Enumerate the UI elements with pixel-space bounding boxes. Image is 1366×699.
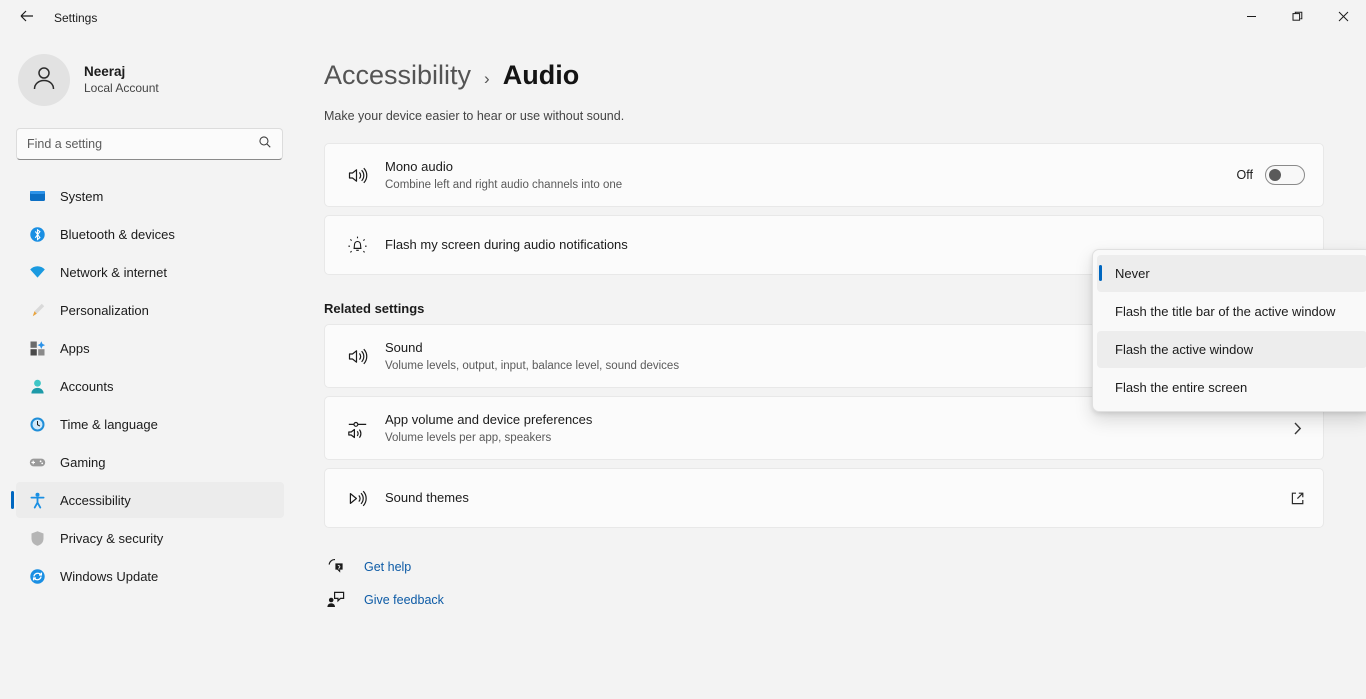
get-help-label: Get help <box>364 559 412 574</box>
sidebar-item-personalization[interactable]: Personalization <box>16 292 284 328</box>
account-type: Local Account <box>84 81 159 95</box>
dropdown-option-label: Flash the entire screen <box>1115 380 1248 395</box>
sidebar-item-bluetooth-devices[interactable]: Bluetooth & devices <box>16 216 284 252</box>
mono-audio-title: Mono audio <box>385 158 453 174</box>
sidebar-item-label: Apps <box>60 340 90 356</box>
dropdown-option-label: Never <box>1115 266 1150 281</box>
account-icon <box>29 378 46 395</box>
dropdown-option-flash-title-bar[interactable]: Flash the title bar of the active window <box>1097 293 1366 330</box>
sidebar-item-apps[interactable]: Apps <box>16 330 284 366</box>
dropdown-option-flash-active-window[interactable]: Flash the active window <box>1097 331 1366 368</box>
sidebar-item-label: Time & language <box>60 416 158 432</box>
sidebar-item-accounts[interactable]: Accounts <box>16 368 284 404</box>
sidebar-item-system[interactable]: System <box>16 178 284 214</box>
back-button[interactable] <box>10 4 44 32</box>
account-name: Neeraj <box>84 64 126 79</box>
title-bar: Settings <box>0 0 1366 36</box>
page-subtitle: Make your device easier to hear or use w… <box>324 109 625 123</box>
related-item-subtitle: Volume levels per app, speakers <box>385 431 552 444</box>
toggle-knob <box>1269 169 1281 181</box>
sidebar-item-accessibility[interactable]: Accessibility <box>11 482 284 518</box>
breadcrumb-parent[interactable]: Accessibility <box>324 60 471 91</box>
person-icon <box>29 63 59 98</box>
bluetooth-icon <box>29 226 46 243</box>
close-button[interactable] <box>1320 0 1366 36</box>
sidebar: Neeraj Local Account System Bluetooth & … <box>0 36 300 699</box>
dropdown-option-label: Flash the title bar of the active window <box>1115 304 1336 319</box>
minimize-icon <box>1246 9 1257 27</box>
dropdown-option-never[interactable]: Never <box>1097 255 1366 292</box>
chevron-right-icon[interactable] <box>1290 421 1305 436</box>
restore-icon <box>1292 9 1303 27</box>
get-help-link[interactable]: Get help <box>324 550 1366 583</box>
dropdown-option-flash-entire-screen[interactable]: Flash the entire screen <box>1097 369 1366 406</box>
account-section[interactable]: Neeraj Local Account <box>0 36 300 106</box>
related-item-title: App volume and device preferences <box>385 411 593 427</box>
mono-audio-card[interactable]: Mono audio Combine left and right audio … <box>324 143 1324 207</box>
flash-screen-dropdown-flyout[interactable]: Never Flash the title bar of the active … <box>1092 249 1366 412</box>
search-input[interactable] <box>27 137 258 151</box>
mono-audio-subtitle: Combine left and right audio channels in… <box>385 178 623 191</box>
close-icon <box>1338 9 1349 27</box>
monitor-icon <box>29 188 46 205</box>
breadcrumb-separator: › <box>484 69 490 88</box>
minimize-button[interactable] <box>1228 0 1274 36</box>
related-item-title: Sound themes <box>385 490 469 505</box>
arrow-left-icon <box>19 8 35 29</box>
sidebar-nav: System Bluetooth & devices Network & int… <box>0 178 300 594</box>
sound-themes-icon <box>341 488 373 509</box>
sidebar-item-label: System <box>60 188 104 204</box>
dropdown-option-label: Flash the active window <box>1115 342 1254 357</box>
sidebar-item-label: Gaming <box>60 454 106 470</box>
sidebar-item-windows-update[interactable]: Windows Update <box>16 558 284 594</box>
help-icon <box>324 557 346 576</box>
sidebar-item-label: Bluetooth & devices <box>60 226 175 242</box>
window-controls <box>1228 0 1366 36</box>
sidebar-item-label: Personalization <box>60 302 149 318</box>
update-icon <box>29 568 46 585</box>
sidebar-item-gaming[interactable]: Gaming <box>16 444 284 480</box>
page-title: Audio <box>502 60 580 90</box>
sidebar-item-label: Windows Update <box>60 568 159 584</box>
shield-icon <box>29 530 46 547</box>
feedback-icon <box>324 590 346 609</box>
wifi-icon <box>29 264 46 281</box>
sidebar-item-privacy-security[interactable]: Privacy & security <box>16 520 284 556</box>
gamepad-icon <box>29 454 46 471</box>
sidebar-item-time-language[interactable]: Time & language <box>16 406 284 442</box>
flash-notification-icon <box>341 235 373 256</box>
speaker-icon <box>341 165 373 186</box>
related-sound-themes-card[interactable]: Sound themes <box>324 468 1324 528</box>
breadcrumb: Accessibility › Audio <box>324 60 1366 91</box>
external-link-icon[interactable] <box>1290 491 1305 506</box>
sidebar-item-label: Accounts <box>60 378 114 394</box>
sidebar-item-label: Network & internet <box>60 264 167 280</box>
sidebar-item-network-internet[interactable]: Network & internet <box>16 254 284 290</box>
app-title: Settings <box>54 11 98 25</box>
maximize-button[interactable] <box>1274 0 1320 36</box>
accessibility-icon <box>29 492 46 509</box>
clock-icon <box>29 416 46 433</box>
search-box[interactable] <box>16 128 283 160</box>
footer-links: Get help Give feedback <box>324 550 1366 616</box>
mono-audio-toggle[interactable] <box>1265 165 1305 185</box>
search-icon <box>258 135 272 154</box>
paintbrush-icon <box>29 302 46 319</box>
apps-icon <box>29 340 46 357</box>
speaker-icon <box>341 346 373 367</box>
sidebar-item-label: Accessibility <box>60 492 131 508</box>
sidebar-item-label: Privacy & security <box>60 530 164 546</box>
give-feedback-link[interactable]: Give feedback <box>324 583 1366 616</box>
avatar <box>18 54 70 106</box>
mono-audio-toggle-label: Off <box>1236 168 1253 182</box>
give-feedback-label: Give feedback <box>364 592 444 607</box>
app-volume-icon <box>341 418 373 439</box>
